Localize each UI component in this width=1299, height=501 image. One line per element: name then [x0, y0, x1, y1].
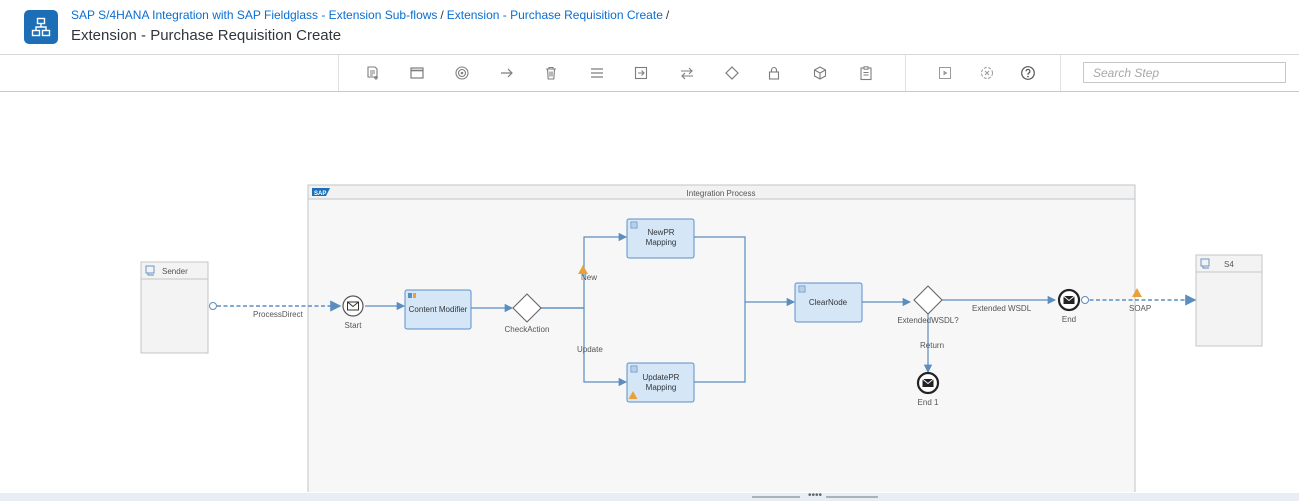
cancel-button[interactable] [976, 62, 998, 84]
end-event-label: End [1062, 315, 1076, 324]
page-title: Extension - Purchase Requisition Create [71, 27, 342, 44]
swap-button[interactable] [676, 62, 698, 84]
page-header: SAP S/4HANA Integration with SAP Fieldgl… [0, 0, 1299, 52]
splitter-grip-line [826, 496, 878, 498]
new-pr-mapping-label-line1: NewPR [647, 228, 674, 237]
edge-label-return: Return [920, 341, 944, 350]
run-icon [939, 67, 951, 79]
run-button[interactable] [934, 62, 956, 84]
hierarchy-icon [31, 17, 51, 37]
edge-label-extended-wsdl: Extended WSDL [972, 304, 1032, 313]
window-button[interactable] [406, 62, 428, 84]
window-icon [410, 67, 424, 79]
envelope-icon [347, 301, 359, 311]
pool-title: Integration Process [687, 189, 756, 198]
breadcrumb-separator: / [440, 8, 444, 22]
breadcrumb-separator: / [665, 8, 670, 22]
editor-toolbar [0, 54, 1299, 92]
lock-icon [768, 66, 780, 80]
sap-logo-text: SAP [314, 191, 326, 197]
menu-icon [591, 68, 603, 78]
gateway-button[interactable] [721, 62, 743, 84]
end1-event[interactable] [916, 371, 940, 395]
integration-process-pool[interactable]: SAP Integration Process [307, 184, 1136, 501]
integration-flow-diagram[interactable]: SAP Integration Process Sender S4 Proces… [0, 92, 1299, 501]
end-event[interactable] [1057, 288, 1081, 312]
clear-node-label: ClearNode [809, 298, 848, 307]
menu-button[interactable] [586, 62, 608, 84]
edge-label-process-direct: ProcessDirect [253, 310, 304, 319]
toolbar-divider [1060, 55, 1061, 91]
app-icon[interactable] [24, 10, 58, 44]
clipboard-icon [860, 66, 872, 81]
update-pr-mapping-step[interactable]: UpdatePR Mapping [626, 362, 695, 403]
receiver-participant[interactable]: S4 [1195, 254, 1263, 347]
sender-label: Sender [162, 267, 188, 276]
diamond-icon [725, 66, 739, 80]
check-action-label: CheckAction [505, 325, 550, 334]
trash-icon [546, 66, 556, 80]
message-flow-origin [1081, 296, 1089, 304]
envelope-filled-icon [1063, 295, 1075, 304]
start-event-label: Start [345, 321, 363, 330]
extended-wsdl-label: ExtendedWSDL? [897, 316, 959, 325]
breadcrumb: SAP S/4HANA Integration with SAP Fieldgl… [71, 8, 672, 22]
toolbar-divider [338, 55, 339, 91]
arrow-right-icon [501, 68, 513, 78]
clipboard-button[interactable] [855, 62, 877, 84]
target-icon [455, 66, 469, 80]
target-button[interactable] [451, 62, 473, 84]
envelope-filled-icon [922, 378, 934, 387]
toolbar-divider [905, 55, 906, 91]
new-pr-mapping-label-line2: Mapping [646, 238, 677, 247]
bottom-splitter[interactable]: •••• [0, 490, 1299, 501]
content-modifier-label: Content Modifier [409, 305, 468, 314]
edge-label-update: Update [577, 345, 603, 354]
cancel-icon [981, 67, 993, 79]
swap-icon [681, 67, 693, 80]
update-pr-mapping-label-line2: Mapping [646, 383, 677, 392]
package-icon [813, 66, 827, 80]
receiver-label: S4 [1224, 260, 1234, 269]
new-pr-mapping-step[interactable]: NewPR Mapping [626, 218, 695, 259]
end1-event-label: End 1 [918, 398, 939, 407]
clear-node-step[interactable]: ClearNode [794, 282, 863, 323]
edge-label-new: New [581, 273, 597, 282]
import-button[interactable] [630, 62, 652, 84]
breadcrumb-package-link[interactable]: SAP S/4HANA Integration with SAP Fieldgl… [71, 8, 437, 22]
edge-label-soap: SOAP [1129, 304, 1151, 313]
import-icon [634, 66, 648, 80]
splitter-grip-line [752, 496, 800, 498]
lock-button[interactable] [763, 62, 785, 84]
help-icon [1021, 66, 1035, 80]
message-flow-origin [209, 302, 217, 310]
add-step-button[interactable] [362, 62, 384, 84]
help-button[interactable] [1017, 62, 1039, 84]
sender-participant[interactable]: Sender [140, 261, 209, 354]
diagram-canvas[interactable]: SAP Integration Process Sender S4 Proces… [0, 92, 1299, 501]
update-pr-mapping-label-line1: UpdatePR [643, 373, 680, 382]
search-step-input[interactable] [1083, 62, 1286, 83]
content-modifier-icon [408, 293, 416, 298]
add-step-icon [367, 66, 378, 80]
delete-button[interactable] [540, 62, 562, 84]
breadcrumb-artifact-link[interactable]: Extension - Purchase Requisition Create [447, 8, 663, 22]
package-button[interactable] [809, 62, 831, 84]
splitter-grip-icon[interactable]: •••• [808, 490, 822, 501]
content-modifier-step[interactable]: Content Modifier [404, 289, 472, 330]
start-event[interactable] [342, 295, 364, 317]
connect-button[interactable] [496, 62, 518, 84]
